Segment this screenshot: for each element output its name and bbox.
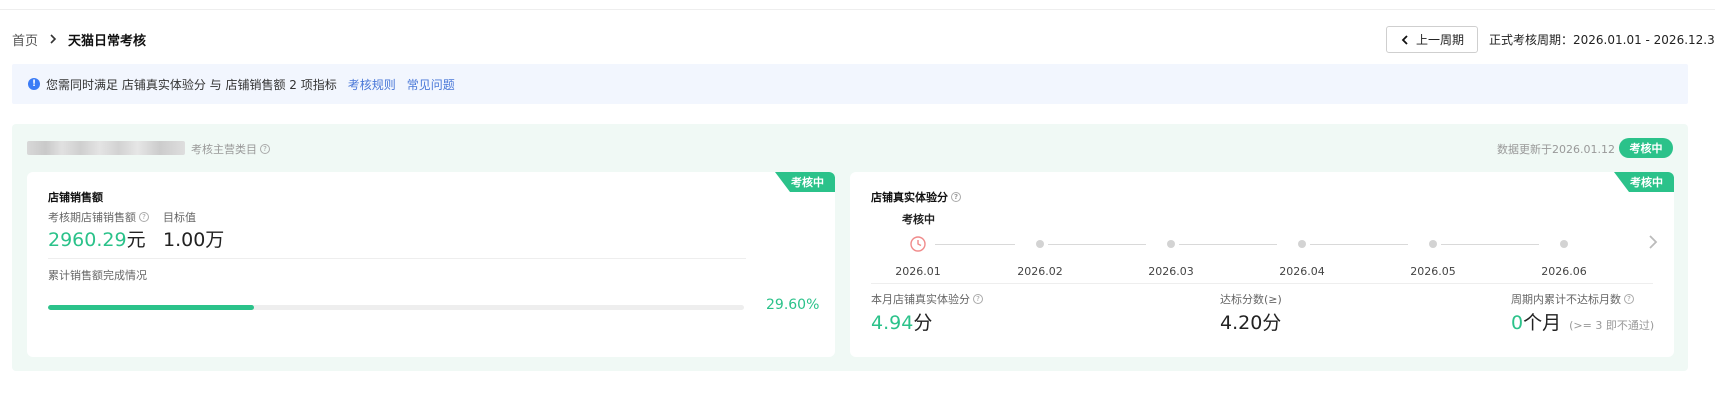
sales-amount: 2960.29	[48, 229, 127, 251]
timeline-segment	[935, 244, 1015, 245]
threshold-label: 达标分数(≥)	[1220, 293, 1282, 306]
experience-card: 考核中 店铺真实体验分 ? 考核中 2026.01 2026.02 2026.0…	[850, 172, 1674, 357]
category-label-text: 考核主营类目	[191, 143, 257, 156]
monthly-score-unit: 分	[913, 312, 933, 334]
prev-period-label: 上一周期	[1415, 33, 1464, 47]
sales-progress-percent: 29.60%	[766, 297, 820, 313]
notice-bar: ! 您需同时满足 店铺真实体验分 与 店铺销售额 2 项指标 考核规则 常见问题	[12, 64, 1688, 104]
timeline-month: 2026.02	[1017, 265, 1063, 278]
progress-label: 累计销售额完成情况	[48, 269, 147, 282]
monthly-score-number: 4.94	[871, 312, 914, 334]
timeline-current-label: 考核中	[902, 213, 935, 226]
fail-months-unit: 个月	[1523, 312, 1562, 334]
experience-title-text: 店铺真实体验分	[871, 191, 948, 204]
data-update-time: 数据更新于2026.01.12	[1497, 143, 1615, 156]
question-icon[interactable]: ?	[973, 294, 983, 304]
question-icon[interactable]: ?	[1624, 294, 1634, 304]
sales-progress-bar	[48, 305, 744, 310]
faq-link[interactable]: 常见问题	[407, 76, 455, 93]
timeline-month: 2026.01	[895, 265, 941, 278]
target-label: 目标值	[163, 211, 196, 224]
chevron-left-icon	[1401, 34, 1408, 45]
divider	[48, 258, 746, 259]
timeline-dot	[1560, 240, 1568, 248]
target-value: 1.00万	[163, 229, 225, 251]
question-icon[interactable]: ?	[951, 192, 961, 202]
category-label: 考核主营类目 ?	[191, 141, 270, 157]
timeline-month: 2026.05	[1410, 265, 1456, 278]
top-divider	[0, 9, 1715, 10]
chevron-right-icon	[50, 34, 57, 44]
monthly-score-label-text: 本月店铺真实体验分	[871, 293, 970, 306]
fail-months-label: 周期内累计不达标月数 ?	[1511, 291, 1634, 307]
timeline-dot	[1429, 240, 1437, 248]
question-icon[interactable]: ?	[260, 144, 270, 154]
monthly-score-label: 本月店铺真实体验分 ?	[871, 291, 983, 307]
threshold-value: 4.20分	[1220, 312, 1282, 334]
assessment-panel: 考核主营类目 ? 数据更新于2026.01.12 考核中 考核中 店铺销售额 考…	[12, 124, 1688, 371]
sales-label-text: 考核期店铺销售额	[48, 211, 136, 224]
question-icon[interactable]: ?	[139, 212, 149, 222]
fail-months-note: (>= 3 即不通过)	[1569, 319, 1655, 332]
clock-icon	[910, 236, 926, 252]
timeline-dot	[1167, 240, 1175, 248]
assessment-rules-link[interactable]: 考核规则	[348, 76, 396, 93]
timeline-segment	[1310, 244, 1408, 245]
timeline-segment	[1441, 244, 1539, 245]
experience-status-tag: 考核中	[1614, 172, 1674, 192]
assessment-period: 正式考核周期：2026.01.01 - 2026.12.31	[1489, 33, 1715, 47]
prev-period-button[interactable]: 上一周期	[1386, 26, 1478, 53]
info-icon: !	[28, 78, 40, 90]
timeline-dot	[1298, 240, 1306, 248]
sales-label: 考核期店铺销售额 ?	[48, 209, 149, 225]
sales-unit: 元	[126, 229, 146, 251]
breadcrumb: 首页 天猫日常考核	[12, 30, 147, 49]
fail-months-number: 0	[1511, 312, 1524, 334]
fail-months-label-text: 周期内累计不达标月数	[1511, 293, 1621, 306]
blurred-category-name	[27, 141, 185, 155]
timeline-segment	[1048, 244, 1146, 245]
timeline-month: 2026.03	[1148, 265, 1194, 278]
notice-text: 您需同时满足 店铺真实体验分 与 店铺销售额 2 项指标	[46, 77, 337, 92]
timeline-segment	[1179, 244, 1277, 245]
sales-progress-fill	[48, 305, 255, 310]
breadcrumb-home-link[interactable]: 首页	[12, 30, 38, 49]
sales-status-tag: 考核中	[775, 172, 835, 192]
experience-card-title: 店铺真实体验分 ?	[871, 189, 961, 205]
timeline-month: 2026.04	[1279, 265, 1325, 278]
sales-card: 考核中 店铺销售额 考核期店铺销售额 ? 目标值 2960.29元 1.00万 …	[27, 172, 835, 357]
fail-months-value: 0 个月 (>= 3 即不通过)	[1511, 312, 1654, 337]
timeline-dot	[1036, 240, 1044, 248]
sales-value: 2960.29元	[48, 229, 146, 251]
status-badge: 考核中	[1619, 138, 1673, 158]
timeline-month: 2026.06	[1541, 265, 1587, 278]
chevron-right-icon[interactable]	[1646, 234, 1660, 250]
sales-card-title: 店铺销售额	[48, 191, 103, 204]
page-title: 天猫日常考核	[68, 33, 147, 49]
divider	[871, 283, 1653, 284]
monthly-score-value: 4.94分	[871, 312, 932, 334]
